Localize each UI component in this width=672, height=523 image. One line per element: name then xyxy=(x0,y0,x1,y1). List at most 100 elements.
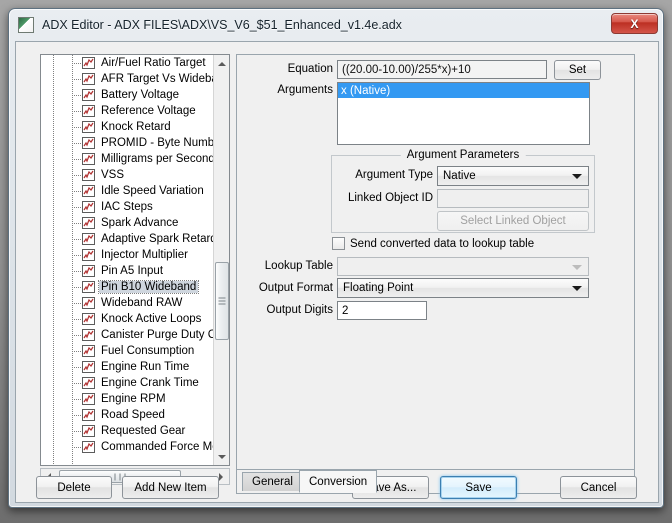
tree-item-label: Adaptive Spark Retard xyxy=(101,233,213,245)
tree-item-24[interactable]: Commanded Force Moto xyxy=(41,439,213,455)
output-digits-field[interactable]: 2 xyxy=(337,301,427,320)
adx-editor-window: ADX Editor - ADX FILES\ADX\VS_V6_$51_Enh… xyxy=(8,8,664,508)
lookup-table-label: Lookup Table xyxy=(264,260,333,272)
tree-node-list: Air/Fuel Ratio Target AFR Target Vs Wideb… xyxy=(41,55,213,455)
checkbox-box xyxy=(332,237,345,250)
tree-item-4[interactable]: Knock Retard xyxy=(41,119,213,135)
line-chart-icon xyxy=(82,233,95,245)
tree-item-label: AFR Target Vs Wideban xyxy=(101,73,213,85)
add-new-item-button[interactable]: Add New Item xyxy=(122,476,219,499)
equation-label: Equation xyxy=(287,63,333,75)
tree-item-23[interactable]: Requested Gear xyxy=(41,423,213,439)
arguments-list[interactable]: x (Native) xyxy=(337,82,590,145)
line-chart-icon xyxy=(82,217,95,229)
window-title: ADX Editor - ADX FILES\ADX\VS_V6_$51_Enh… xyxy=(42,17,402,32)
argument-type-select[interactable]: Native xyxy=(437,166,589,186)
tree-elbow xyxy=(72,191,81,192)
select-linked-object-button[interactable]: Select Linked Object xyxy=(437,211,589,231)
send-converted-data-label: Send converted data to lookup table xyxy=(350,237,535,250)
output-format-select[interactable]: Floating Point xyxy=(337,278,589,298)
vertical-scroll-thumb[interactable] xyxy=(215,262,229,340)
tree-item-label: Commanded Force Moto xyxy=(101,441,213,453)
tree-item-17[interactable]: Canister Purge Duty Cyc xyxy=(41,327,213,343)
output-format-value: Floating Point xyxy=(343,282,414,294)
tree-elbow xyxy=(72,303,81,304)
cancel-button[interactable]: Cancel xyxy=(560,476,637,499)
tree-item-22[interactable]: Road Speed xyxy=(41,407,213,423)
line-chart-icon xyxy=(82,249,95,261)
send-converted-data-checkbox[interactable]: Send converted data to lookup table xyxy=(332,237,534,250)
line-chart-icon xyxy=(82,121,95,133)
tree-elbow xyxy=(72,255,81,256)
output-digits-label: Output Digits xyxy=(266,304,333,316)
lookup-table-select[interactable] xyxy=(337,257,589,276)
tree-vertical-scrollbar[interactable] xyxy=(213,55,229,465)
tree-item-5[interactable]: PROMID - Byte Number xyxy=(41,135,213,151)
scroll-up-arrow-icon[interactable] xyxy=(214,55,229,72)
tree-item-16[interactable]: Knock Active Loops xyxy=(41,311,213,327)
tree-elbow xyxy=(72,127,81,128)
tab-control: Equation ((20.00-10.00)/255*x)+10 Set Ar… xyxy=(236,54,635,494)
tree-item-label: PROMID - Byte Number xyxy=(101,137,213,149)
tree-item-label: Idle Speed Variation xyxy=(101,185,204,197)
tree-item-label: Reference Voltage xyxy=(101,105,196,117)
line-chart-icon xyxy=(82,393,95,405)
tree-item-18[interactable]: Fuel Consumption xyxy=(41,343,213,359)
tree-item-9[interactable]: IAC Steps xyxy=(41,199,213,215)
line-chart-icon xyxy=(82,73,95,85)
tree-item-6[interactable]: Milligrams per Second pe xyxy=(41,151,213,167)
tree-item-15[interactable]: Wideband RAW xyxy=(41,295,213,311)
save-button[interactable]: Save xyxy=(440,476,517,499)
tree-item-10[interactable]: Spark Advance xyxy=(41,215,213,231)
tree-item-2[interactable]: Battery Voltage xyxy=(41,87,213,103)
line-chart-icon xyxy=(82,185,95,197)
linked-object-id-field[interactable] xyxy=(437,189,589,208)
tree-elbow xyxy=(72,447,81,448)
line-chart-icon xyxy=(82,137,95,149)
tree-item-label: VSS xyxy=(101,169,125,181)
tree-elbow xyxy=(72,239,81,240)
argument-type-value: Native xyxy=(443,170,476,182)
object-tree[interactable]: Air/Fuel Ratio Target AFR Target Vs Wideb… xyxy=(40,54,230,466)
conversion-tab-panel: Equation ((20.00-10.00)/255*x)+10 Set Ar… xyxy=(237,55,634,469)
line-chart-icon xyxy=(82,345,95,357)
tree-elbow xyxy=(72,63,81,64)
tree-item-20[interactable]: Engine Crank Time xyxy=(41,375,213,391)
tree-item-12[interactable]: Injector Multiplier xyxy=(41,247,213,263)
line-chart-icon xyxy=(82,105,95,117)
tree-item-19[interactable]: Engine Run Time xyxy=(41,359,213,375)
tree-item-label: Knock Active Loops xyxy=(101,313,202,325)
tree-item-21[interactable]: Engine RPM xyxy=(41,391,213,407)
tree-item-label: Pin B10 Wideband xyxy=(97,280,200,294)
tree-elbow xyxy=(72,79,81,80)
close-icon[interactable]: X xyxy=(611,13,658,34)
tree-item-1[interactable]: AFR Target Vs Wideban xyxy=(41,71,213,87)
tree-item-label: Engine RPM xyxy=(101,393,166,405)
tree-item-3[interactable]: Reference Voltage xyxy=(41,103,213,119)
adx-app-icon xyxy=(18,16,34,33)
tree-item-8[interactable]: Idle Speed Variation xyxy=(41,183,213,199)
tree-item-11[interactable]: Adaptive Spark Retard xyxy=(41,231,213,247)
scroll-down-arrow-icon[interactable] xyxy=(214,448,229,465)
tree-item-label: Pin A5 Input xyxy=(101,265,164,277)
tree-item-0[interactable]: Air/Fuel Ratio Target xyxy=(41,55,213,71)
tree-item-14[interactable]: Pin B10 Wideband xyxy=(41,279,213,295)
line-chart-icon xyxy=(82,361,95,373)
tab-conversion[interactable]: Conversion xyxy=(299,470,378,493)
tree-item-7[interactable]: VSS xyxy=(41,167,213,183)
line-chart-icon xyxy=(82,329,95,341)
equation-field[interactable]: ((20.00-10.00)/255*x)+10 xyxy=(337,60,547,79)
list-item[interactable]: x (Native) xyxy=(338,83,589,98)
delete-button[interactable]: Delete xyxy=(36,476,112,499)
line-chart-icon xyxy=(82,441,95,453)
tree-elbow xyxy=(72,207,81,208)
set-button[interactable]: Set xyxy=(554,60,601,80)
tree-item-13[interactable]: Pin A5 Input xyxy=(41,263,213,279)
client-area: Air/Fuel Ratio Target AFR Target Vs Wideb… xyxy=(15,41,659,503)
tree-elbow xyxy=(72,431,81,432)
output-format-label: Output Format xyxy=(258,282,333,294)
argument-parameters-legend: Argument Parameters xyxy=(400,149,526,161)
line-chart-icon xyxy=(82,297,95,309)
tree-elbow xyxy=(72,367,81,368)
chevron-down-icon xyxy=(572,286,582,291)
